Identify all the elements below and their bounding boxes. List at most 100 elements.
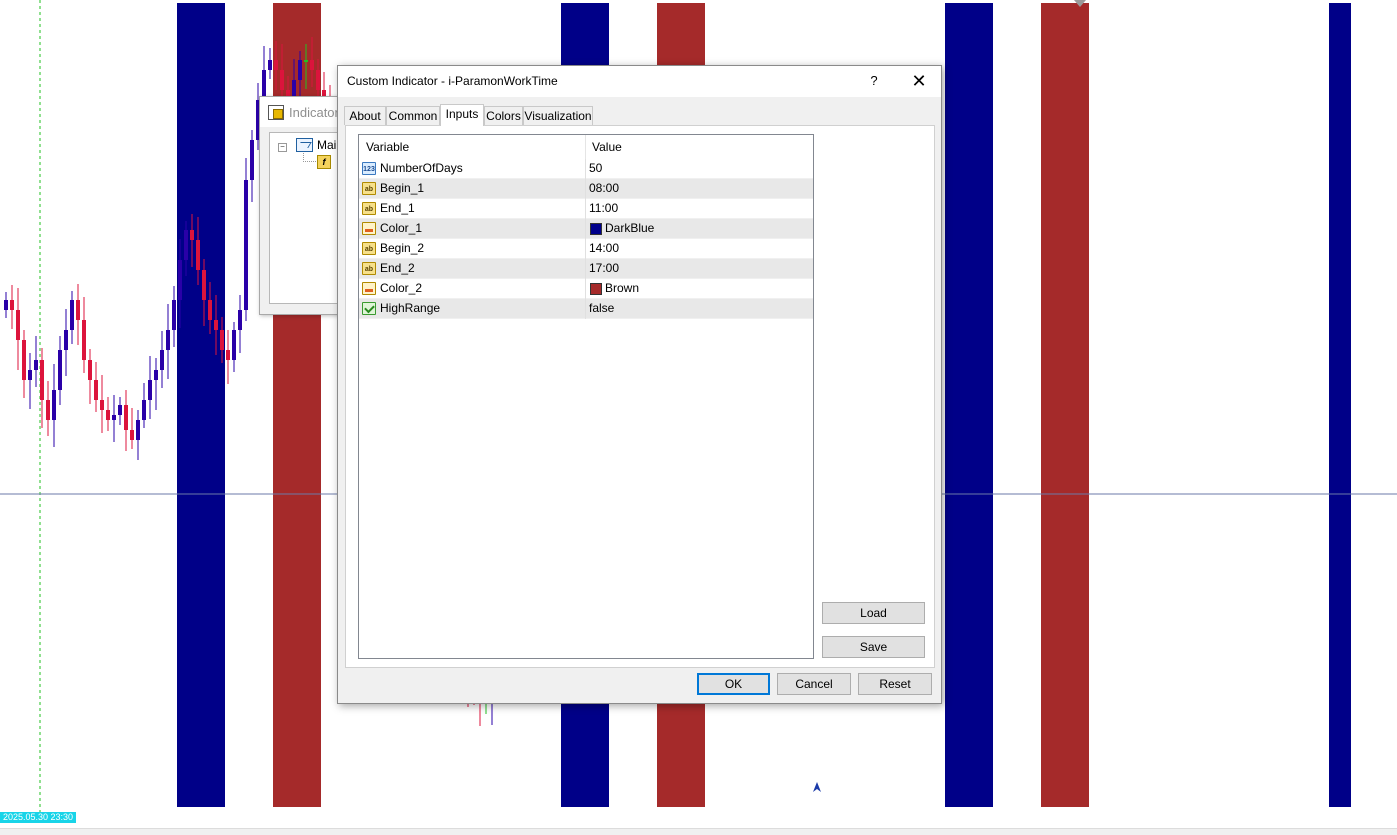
candle-body (316, 70, 320, 90)
ok-button[interactable]: OK (697, 673, 770, 695)
candle-body (130, 430, 134, 440)
candle-body (64, 330, 68, 350)
input-row-begin-1[interactable]: ab Begin_1 08:00 (359, 179, 813, 199)
candle-body (70, 300, 74, 330)
session-1-band (945, 3, 993, 807)
cell-separator (585, 199, 586, 219)
input-value[interactable]: false (589, 299, 614, 318)
input-value[interactable]: 11:00 (589, 199, 618, 218)
candle-body (118, 405, 122, 415)
candle-body (58, 350, 62, 390)
color-swatch[interactable] (590, 223, 602, 235)
input-row-numberofdays[interactable]: 123 NumberOfDays 50 (359, 159, 813, 179)
candle-body (214, 320, 218, 330)
input-row-end-2[interactable]: ab End_2 17:00 (359, 259, 813, 279)
input-variable-name: Color_2 (380, 281, 423, 295)
session-1-band (1329, 3, 1351, 807)
inputs-panel: Variable Value 123 NumberOfDays 50 ab Begin_… (345, 125, 935, 668)
input-row-begin-2[interactable]: ab Begin_2 14:00 (359, 239, 813, 259)
time-label: 2025.05.30 23:30 (0, 812, 77, 823)
custom-indicator-dialog[interactable]: Custom Indicator - i-ParamonWorkTime ? ✕… (337, 65, 942, 704)
color-type-icon (362, 222, 376, 235)
candle-body (154, 370, 158, 380)
tab-visualization[interactable]: Visualization (523, 106, 593, 125)
tab-inputs[interactable]: Inputs (440, 104, 484, 126)
input-row-color-2[interactable]: Color_2 Brown (359, 279, 813, 299)
cell-separator (585, 219, 586, 239)
candle-body (52, 390, 56, 420)
string-type-icon: ab (362, 242, 376, 255)
input-value[interactable]: 14:00 (589, 239, 619, 258)
candle-body (232, 330, 236, 360)
save-button[interactable]: Save (822, 636, 925, 658)
color-swatch[interactable] (590, 283, 602, 295)
candle-body (196, 240, 200, 270)
candle-body (28, 370, 32, 380)
candle-body (40, 360, 44, 400)
tab-about[interactable]: About (344, 106, 386, 125)
candle-body (4, 300, 8, 310)
session-1-band (177, 3, 225, 807)
string-type-icon: ab (362, 182, 376, 195)
load-button[interactable]: Load (822, 602, 925, 624)
column-header-value[interactable]: Value (592, 135, 622, 159)
column-header-variable[interactable]: Variable (366, 135, 409, 159)
tree-collapse-icon[interactable]: − (278, 143, 287, 152)
candle-body (166, 330, 170, 350)
input-value[interactable]: 50 (589, 159, 602, 178)
input-variable-name: Begin_1 (380, 181, 425, 195)
boolean-type-icon (362, 302, 376, 315)
cancel-button[interactable]: Cancel (777, 673, 851, 695)
input-row-highrange[interactable]: HighRange false (359, 299, 813, 319)
reset-button[interactable]: Reset (858, 673, 932, 695)
help-button[interactable]: ? (857, 67, 891, 95)
candle-body (298, 60, 302, 80)
inputs-grid[interactable]: Variable Value 123 NumberOfDays 50 ab Begin_… (358, 134, 814, 659)
input-row-end-1[interactable]: ab End_1 11:00 (359, 199, 813, 219)
candle-body (10, 300, 14, 310)
tree-connector (303, 153, 316, 162)
tab-common[interactable]: Common (386, 106, 440, 125)
cell-separator (585, 239, 586, 259)
cell-separator (585, 279, 586, 299)
dialog-title: Custom Indicator - i-ParamonWorkTime (347, 74, 558, 88)
integer-type-icon: 123 (362, 162, 376, 175)
input-variable-name: HighRange (380, 301, 441, 315)
candle-body (208, 300, 212, 320)
candle-body (244, 180, 248, 310)
candle-body (184, 230, 188, 260)
input-value[interactable]: 17:00 (589, 259, 619, 278)
candle-body (142, 400, 146, 420)
candle-body (250, 140, 254, 180)
candle-body (124, 405, 128, 430)
candle-body (220, 330, 224, 350)
cell-separator (585, 299, 586, 319)
session-2-band (1041, 3, 1089, 807)
string-type-icon: ab (362, 202, 376, 215)
input-variable-name: NumberOfDays (380, 161, 463, 175)
custom-indicator-icon[interactable]: f (317, 155, 331, 169)
cell-separator (585, 159, 586, 179)
candle-body (226, 350, 230, 360)
candle-body (100, 400, 104, 410)
candle-body (304, 60, 308, 62)
candle-body (136, 420, 140, 440)
candle-body (82, 320, 86, 360)
input-row-color-1[interactable]: Color_1 DarkBlue (359, 219, 813, 239)
input-value[interactable]: 08:00 (589, 179, 619, 198)
input-value[interactable]: Brown (605, 279, 639, 298)
candle-body (112, 415, 116, 420)
string-type-icon: ab (362, 262, 376, 275)
arrow-marker-icon (813, 782, 821, 792)
input-value[interactable]: DarkBlue (605, 219, 654, 238)
input-variable-name: Begin_2 (380, 241, 425, 255)
input-variable-name: End_2 (380, 261, 415, 275)
column-header-separator[interactable] (585, 135, 586, 159)
candle-body (94, 380, 98, 400)
dialog-titlebar[interactable]: Custom Indicator - i-ParamonWorkTime ? ✕ (338, 66, 941, 97)
candle-body (16, 310, 20, 340)
candle-body (190, 230, 194, 240)
close-icon[interactable]: ✕ (902, 67, 936, 95)
candle-body (88, 360, 92, 380)
tab-colors[interactable]: Colors (484, 106, 523, 125)
